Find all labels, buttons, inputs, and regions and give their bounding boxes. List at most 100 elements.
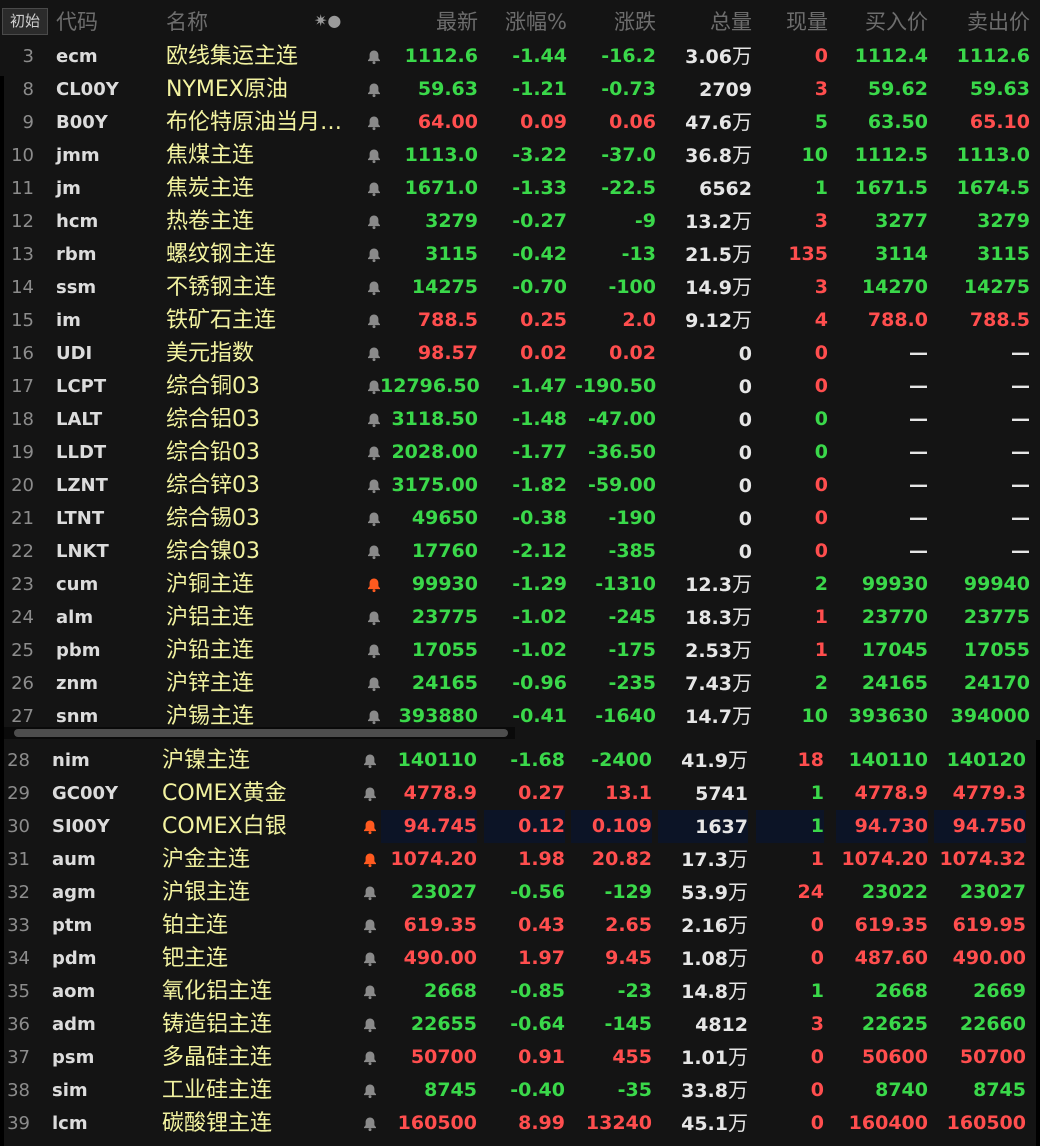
table-row[interactable]: 30 SI00Y COMEX白银 94.745 0.12 0.109 1637 1 94.730…: [4, 810, 1040, 843]
current-volume: 10: [801, 705, 828, 727]
header-flag-icons[interactable]: ✷●: [314, 11, 341, 30]
last-price: 140110: [397, 749, 477, 771]
table-row[interactable]: 34 pdm 钯主连 490.00 1.97 9.45 1.08万 0 487.60 490.00: [4, 942, 1040, 975]
alert-bell-icon[interactable]: [361, 843, 379, 876]
alert-bell-icon[interactable]: [365, 73, 383, 106]
table-row[interactable]: 37 psm 多晶硅主连 50700 0.91 455 1.01万 0 50600 50700: [4, 1041, 1040, 1074]
alert-bell-icon[interactable]: [365, 205, 383, 238]
alert-bell-icon[interactable]: [365, 172, 383, 205]
alert-bell-icon[interactable]: [361, 1008, 379, 1041]
alert-bell-icon[interactable]: [365, 601, 383, 634]
table-row[interactable]: 18 LALT 综合铝03 3118.50 -1.48 -47.00 0 0 — —: [0, 403, 1040, 436]
total-volume: 0: [662, 535, 752, 568]
table-row[interactable]: 23 cum 沪铜主连 99930 -1.29 -1310 12.3万 2 99930 99940: [0, 568, 1040, 601]
alert-bell-icon[interactable]: [361, 942, 379, 975]
table-row[interactable]: 22 LNKT 综合镍03 17760 -2.12 -385 0 0 — —: [0, 535, 1040, 568]
alert-bell-icon[interactable]: [365, 568, 383, 601]
header-last[interactable]: 最新: [380, 6, 478, 36]
bid-price: 63.50: [867, 111, 928, 133]
change-amount: -1310: [595, 573, 656, 595]
table-row[interactable]: 21 LTNT 综合锡03 49650 -0.38 -190 0 0 — —: [0, 502, 1040, 535]
table-row[interactable]: 24 alm 沪铝主连 23775 -1.02 -245 18.3万 1 23770 23775: [0, 601, 1040, 634]
table-row[interactable]: 32 agm 沪银主连 23027 -0.56 -129 53.9万 24 23022 23027: [4, 876, 1040, 909]
alert-bell-icon[interactable]: [361, 1074, 379, 1107]
table-row[interactable]: 39 lcm 碳酸锂主连 160500 8.99 13240 45.1万 0 160400 160…: [4, 1107, 1040, 1140]
table-row[interactable]: 17 LCPT 综合铜03 12796.50 -1.47 -190.50 0 0 — —: [0, 370, 1040, 403]
total-volume: 14.8万: [658, 975, 748, 1008]
alert-bell-icon[interactable]: [361, 975, 379, 1008]
alert-bell-icon[interactable]: [365, 469, 383, 502]
alert-bell-icon[interactable]: [361, 876, 379, 909]
alert-bell-icon[interactable]: [365, 667, 383, 700]
table-row[interactable]: 31 aum 沪金主连 1074.20 1.98 20.82 17.3万 1 1074.20 10…: [4, 843, 1040, 876]
contract-name: 综合铅03: [166, 440, 260, 465]
bid-price: 24165: [861, 672, 928, 694]
table-row[interactable]: 11 jm 焦炭主连 1671.0 -1.33 -22.5 6562 1 1671.5 1674.…: [0, 172, 1040, 205]
change-amount: -245: [608, 606, 656, 628]
alert-bell-icon[interactable]: [365, 502, 383, 535]
header-chg[interactable]: 涨跌: [575, 6, 656, 36]
table-row[interactable]: 19 LLDT 综合铅03 2028.00 -1.77 -36.50 0 0 — —: [0, 436, 1040, 469]
alert-bell-icon[interactable]: [361, 909, 379, 942]
table-row[interactable]: 28 nim 沪镍主连 140110 -1.68 -2400 41.9万 18 140110 14…: [4, 744, 1040, 777]
alert-bell-icon[interactable]: [361, 777, 379, 810]
table-row[interactable]: 36 adm 铸造铝主连 22655 -0.64 -145 4812 3 22625 22660: [4, 1008, 1040, 1041]
table-row[interactable]: 10 jmm 焦煤主连 1113.0 -3.22 -37.0 36.8万 10 1112.5 11…: [0, 139, 1040, 172]
alert-bell-icon[interactable]: [365, 271, 383, 304]
table-row[interactable]: 26 znm 沪锌主连 24165 -0.96 -235 7.43万 2 24165 24170: [0, 667, 1040, 700]
last-price: 1671.0: [404, 177, 478, 199]
header-cur[interactable]: 现量: [760, 6, 828, 36]
header-bid[interactable]: 买入价: [838, 6, 928, 36]
table-row[interactable]: 20 LZNT 综合锌03 3175.00 -1.82 -59.00 0 0 — —: [0, 469, 1040, 502]
alert-bell-icon[interactable]: [361, 810, 379, 843]
init-button[interactable]: 初始: [2, 8, 48, 35]
table-row[interactable]: 9 B00Y 布伦特原油当月… 64.00 0.09 0.06 47.6万 5 63.50 65.…: [0, 106, 1040, 139]
table-row[interactable]: 29 GC00Y COMEX黄金 4778.9 0.27 13.1 5741 1 4778.9 4…: [4, 777, 1040, 810]
horizontal-scrollbar[interactable]: [0, 727, 515, 739]
table-row[interactable]: 12 hcm 热卷主连 3279 -0.27 -9 13.2万 3 3277 3279: [0, 205, 1040, 238]
table-row[interactable]: 8 CL00Y NYMEX原油 59.63 -1.21 -0.73 2709 3 59.62 59…: [0, 73, 1040, 106]
header-ask[interactable]: 卖出价: [936, 6, 1030, 36]
alert-bell-icon[interactable]: [361, 744, 379, 777]
table-row[interactable]: 33 ptm 铂主连 619.35 0.43 2.65 2.16万 0 619.35 619.95: [4, 909, 1040, 942]
alert-bell-icon[interactable]: [365, 634, 383, 667]
header-vol[interactable]: 总量: [662, 6, 752, 36]
current-volume: 3: [814, 276, 828, 298]
alert-bell-icon[interactable]: [365, 40, 383, 73]
total-volume: 4812: [658, 1008, 748, 1041]
alert-bell-icon[interactable]: [365, 106, 383, 139]
alert-bell-icon[interactable]: [361, 1041, 379, 1074]
alert-bell-icon[interactable]: [365, 139, 383, 172]
header-code[interactable]: 代码: [56, 6, 98, 36]
alert-bell-icon[interactable]: [365, 238, 383, 271]
contract-code: nim: [52, 750, 90, 771]
table-row[interactable]: 38 sim 工业硅主连 8745 -0.40 -35 33.8万 0 8740 8745: [4, 1074, 1040, 1107]
table-row[interactable]: 14 ssm 不锈钢主连 14275 -0.70 -100 14.9万 3 14270 14275: [0, 271, 1040, 304]
alert-bell-icon[interactable]: [365, 370, 383, 403]
alert-bell-icon[interactable]: [365, 304, 383, 337]
current-volume: 1: [810, 782, 824, 804]
contract-name: 沪锌主连: [166, 671, 255, 696]
alert-bell-icon[interactable]: [365, 403, 383, 436]
table-row[interactable]: 15 im 铁矿石主连 788.5 0.25 2.0 9.12万 4 788.0 788.5: [0, 304, 1040, 337]
alert-bell-icon[interactable]: [361, 1107, 379, 1140]
last-price: 160500: [397, 1112, 477, 1134]
table-row[interactable]: 35 aom 氧化铝主连 2668 -0.85 -23 14.8万 1 2668 2669: [4, 975, 1040, 1008]
volume-value: 36.8: [685, 145, 732, 167]
scrollbar-thumb[interactable]: [14, 729, 508, 737]
table-row[interactable]: 13 rbm 螺纹钢主连 3115 -0.42 -13 21.5万 135 3114 3115: [0, 238, 1040, 271]
table-row[interactable]: 25 pbm 沪铅主连 17055 -1.02 -175 2.53万 1 17045 17055: [0, 634, 1040, 667]
alert-bell-icon[interactable]: [365, 436, 383, 469]
table-row[interactable]: 3 ecm 欧线集运主连 1112.6 -1.44 -16.2 3.06万 0 1112.4 11…: [0, 40, 1040, 73]
current-volume: 0: [814, 375, 828, 397]
alert-bell-icon[interactable]: [365, 337, 383, 370]
header-name[interactable]: 名称: [166, 6, 208, 36]
current-volume: 0: [814, 408, 828, 430]
header-pct[interactable]: 涨幅%: [486, 6, 567, 36]
contract-name: 氧化铝主连: [162, 979, 273, 1004]
total-volume: 9.12万: [662, 304, 752, 337]
alert-bell-icon[interactable]: [365, 535, 383, 568]
volume-unit: 万: [732, 209, 752, 233]
table-row[interactable]: 16 UDI 美元指数 98.57 0.02 0.02 0 0 — —: [0, 337, 1040, 370]
current-volume: 0: [810, 914, 824, 936]
